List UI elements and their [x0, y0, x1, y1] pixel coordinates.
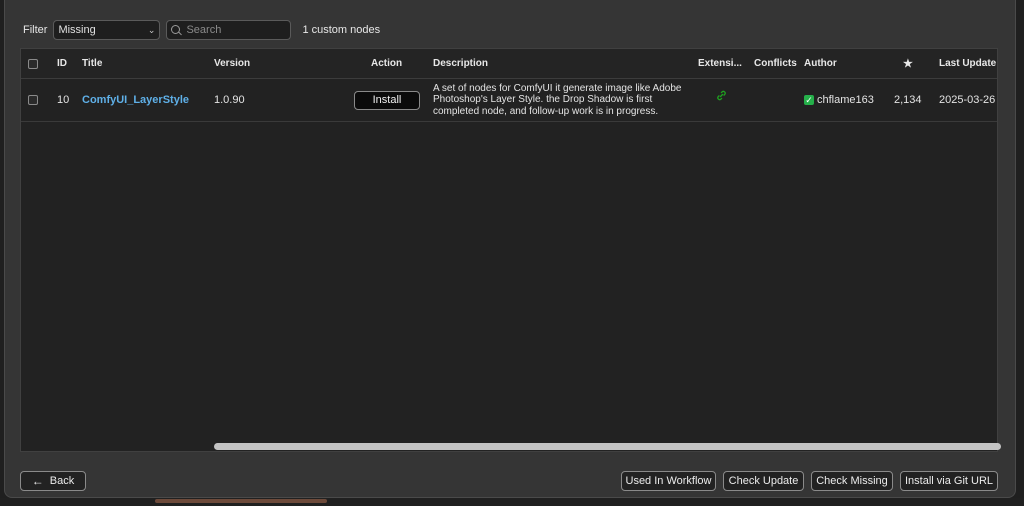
row-extension-cell — [716, 79, 727, 121]
row-stars: 2,134 — [894, 94, 922, 106]
row-description-cell: A set of nodes for ComfyUI it generate i… — [433, 79, 695, 121]
used-in-workflow-button[interactable]: Used In Workflow — [621, 471, 716, 491]
chevron-down-icon: ⌄ — [147, 24, 156, 35]
header-stars-star-icon[interactable]: ★ — [903, 49, 913, 78]
horizontal-scrollbar-thumb[interactable] — [214, 443, 1001, 450]
select-all-cell — [28, 49, 38, 78]
row-version: 1.0.90 — [214, 94, 245, 106]
check-update-button[interactable]: Check Update — [723, 471, 804, 491]
window-bottom-accent — [155, 499, 327, 503]
install-button[interactable]: Install — [354, 90, 420, 110]
back-button-label: Back — [49, 475, 75, 487]
row-action-cell: Install — [354, 79, 420, 121]
custom-nodes-manager-dialog: Filter Missing ⌄ 1 custom nodes ID Title… — [4, 0, 1016, 498]
row-author[interactable]: chflame163 — [817, 94, 874, 106]
header-id[interactable]: ID — [57, 49, 67, 78]
node-title-link[interactable]: ComfyUI_LayerStyle — [82, 94, 189, 106]
extension-link-icon[interactable] — [716, 90, 727, 101]
header-conflicts[interactable]: Conflicts — [754, 49, 797, 78]
row-author-cell: ✓ chflame163 — [804, 79, 874, 121]
header-version[interactable]: Version — [214, 49, 250, 78]
filter-selected-value: Missing — [58, 24, 96, 36]
row-checkbox[interactable] — [28, 95, 38, 105]
install-via-git-url-button[interactable]: Install via Git URL — [900, 471, 998, 491]
search-box[interactable] — [166, 20, 292, 40]
search-input[interactable] — [186, 24, 287, 36]
header-title[interactable]: Title — [82, 49, 102, 78]
header-last-update[interactable]: Last Update — [939, 49, 996, 78]
row-id: 10 — [57, 94, 70, 106]
nodes-table: ID Title Version Action Description Exte… — [20, 48, 1001, 452]
filter-select[interactable]: Missing ⌄ — [53, 20, 161, 40]
table-row: 10 ComfyUI_LayerStyle 1.0.90 Install A s… — [21, 79, 997, 122]
back-button[interactable]: ← Back — [20, 471, 86, 491]
check-missing-button[interactable]: Check Missing — [811, 471, 893, 491]
row-description: A set of nodes for ComfyUI it generate i… — [433, 82, 682, 117]
verified-check-icon: ✓ — [804, 94, 814, 105]
header-action: Action — [371, 58, 403, 69]
row-title-cell: ComfyUI_LayerStyle — [82, 79, 189, 121]
table-header: ID Title Version Action Description Exte… — [21, 49, 997, 79]
row-select-cell — [28, 79, 38, 121]
node-count-label: 1 custom nodes — [302, 24, 381, 36]
header-description[interactable]: Description — [433, 49, 488, 78]
window-bottom-strip — [0, 498, 1024, 506]
header-author[interactable]: Author — [804, 49, 837, 78]
header-extension[interactable]: Extensi... — [698, 49, 742, 78]
search-icon — [171, 24, 182, 36]
filter-label: Filter — [23, 24, 48, 36]
horizontal-scrollbar[interactable] — [21, 442, 1001, 451]
arrow-left-icon: ← — [31, 474, 44, 488]
select-all-checkbox[interactable] — [28, 58, 38, 69]
filter-bar: Filter Missing ⌄ 1 custom nodes — [23, 20, 380, 40]
row-last-update: 2025-03-26 — [939, 94, 996, 106]
